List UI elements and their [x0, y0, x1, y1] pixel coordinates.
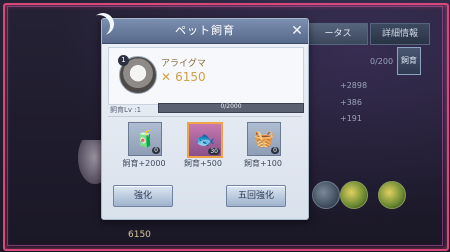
dialog-title: ペット飼育 — [175, 24, 235, 37]
feed-item-2000[interactable]: 🧃 0 — [128, 122, 162, 156]
feed-progress-text: 0/2000 — [220, 103, 242, 110]
feed-level-label: 飼育Lv :1 — [110, 106, 142, 114]
pet-name: アライグマ — [161, 59, 206, 69]
item-count: 0 — [271, 147, 279, 154]
pet-avatar: 1 — [118, 55, 157, 94]
feed-item-100[interactable]: 🧺 0 — [247, 122, 281, 156]
pet-info-panel: 1 アライグマ ✕ 6150 — [108, 47, 304, 105]
dialog-title-bar: ペット飼育 — [102, 19, 308, 44]
game-background: ータス 詳細情報 飼育 0/200 +2898 +386 +191 6150 ペ… — [0, 0, 450, 252]
item-label: 飼育+100 — [244, 159, 282, 168]
item-label: 飼育+2000 — [122, 159, 166, 168]
pet-feeding-dialog: ペット飼育 ✕ 1 アライグマ ✕ 6150 飼育Lv :1 0/2000 🧃 … — [101, 18, 309, 220]
item-count: 0 — [152, 147, 160, 154]
item-count: 30 — [208, 148, 220, 155]
currency-value: 6150 — [175, 70, 206, 84]
close-icon[interactable]: ✕ — [289, 23, 305, 39]
currency-row: ✕ 6150 — [161, 70, 206, 84]
strengthen-five-button[interactable]: 五回強化 — [226, 185, 286, 207]
divider — [108, 116, 302, 117]
crossed-swords-icon: ✕ — [161, 70, 172, 84]
moon-icon — [92, 13, 114, 35]
pet-level-badge: 1 — [118, 55, 129, 66]
feed-progress-bar: 0/2000 — [158, 103, 304, 113]
item-label: 飼育+500 — [184, 159, 222, 168]
strengthen-button[interactable]: 強化 — [113, 185, 173, 207]
feed-item-500[interactable]: 🐟 30 — [187, 122, 223, 158]
